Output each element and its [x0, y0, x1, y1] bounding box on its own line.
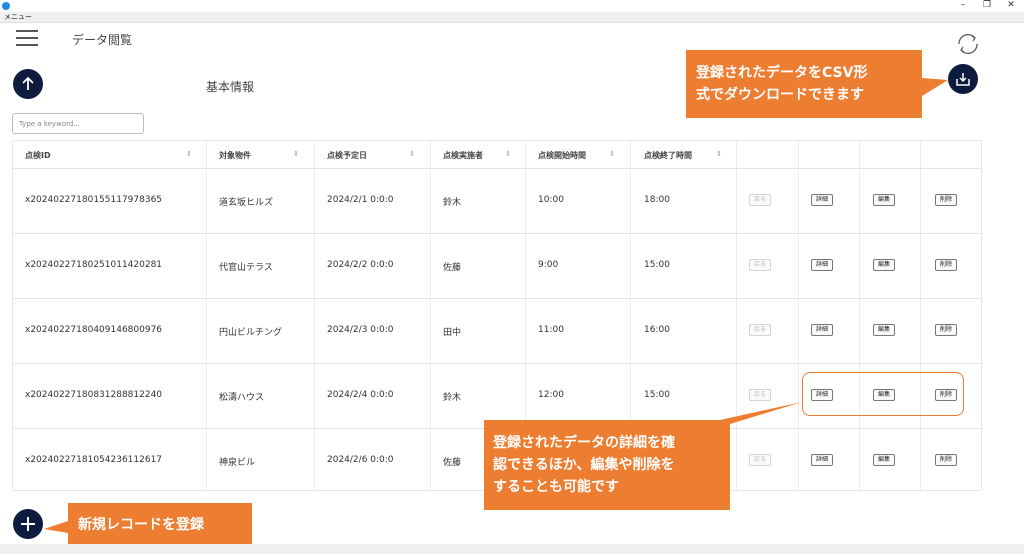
cell-inspector: 田中 — [443, 328, 462, 338]
cell-scheduled-date: 2024/2/1 0:0:0 — [327, 195, 394, 205]
plus-icon — [21, 517, 35, 531]
column-header-inspector[interactable]: 点検実施者 — [443, 150, 483, 161]
cell-scheduled-date: 2024/2/4 0:0:0 — [327, 390, 394, 400]
menu-item[interactable]: メニュー — [4, 12, 32, 22]
callout-new-record: 新規レコードを登録 — [44, 503, 252, 547]
cell-inspection-id: x20240227181054236112617 — [25, 455, 163, 465]
callout-line: 登録されたデータをCSV形 — [696, 65, 868, 81]
bottom-strip — [0, 544, 1024, 554]
cell-inspector: 佐藤 — [443, 263, 462, 273]
edit-button[interactable]: 編集 — [873, 324, 895, 336]
search-input[interactable] — [12, 113, 144, 134]
cell-start-time: 9:00 — [538, 260, 559, 270]
sort-icon[interactable]: ⇕ — [186, 150, 192, 158]
cell-end-time: 15:00 — [644, 390, 670, 400]
menu-bar: メニュー — [0, 12, 1024, 23]
section-title: 基本情報 — [206, 80, 255, 94]
cell-inspector: 鈴木 — [443, 198, 462, 208]
highlight-box — [802, 372, 964, 416]
cell-property: 松濤ハウス — [219, 393, 265, 403]
detail-button[interactable]: 詳細 — [811, 259, 833, 271]
cell-scheduled-date: 2024/2/2 0:0:0 — [327, 260, 394, 270]
callout-line: することも可能です — [493, 479, 619, 495]
detail-button[interactable]: 詳細 — [811, 454, 833, 466]
column-header-inspection-id[interactable]: 点検ID — [25, 150, 51, 161]
refresh-icon[interactable] — [954, 32, 982, 56]
sort-icon[interactable]: ⇕ — [409, 150, 415, 158]
add-record-button[interactable] — [13, 509, 43, 539]
sort-icon[interactable]: ⇕ — [609, 150, 615, 158]
cell-start-time: 10:00 — [538, 195, 564, 205]
sort-icon[interactable]: ⇕ — [293, 150, 299, 158]
delete-button[interactable]: 削除 — [935, 324, 957, 336]
sort-icon[interactable]: ⇕ — [505, 150, 511, 158]
close-icon[interactable]: ✕ — [1000, 0, 1022, 11]
scroll-up-button[interactable] — [13, 69, 43, 99]
callout-detail: 登録されたデータの詳細を確 認できるほか、編集や削除を することも可能です — [484, 402, 806, 510]
detail-button[interactable]: 詳細 — [811, 194, 833, 206]
edit-button[interactable]: 編集 — [873, 259, 895, 271]
cell-inspection-id: x20240227180251011420281 — [25, 260, 163, 270]
cell-end-time: 18:00 — [644, 195, 670, 205]
cell-start-time: 11:00 — [538, 325, 564, 335]
arrow-up-icon — [22, 76, 34, 90]
callout-line: 新規レコードを登録 — [78, 517, 204, 533]
return-button: 戻る — [749, 324, 771, 336]
cell-property: 道玄坂ヒルズ — [219, 198, 274, 208]
cell-property: 円山ビルチング — [219, 328, 283, 338]
delete-button[interactable]: 削除 — [935, 194, 957, 206]
title-bar: – ❐ ✕ — [0, 0, 1024, 12]
edit-button[interactable]: 編集 — [873, 454, 895, 466]
edit-button[interactable]: 編集 — [873, 194, 895, 206]
callout-line: 式でダウンロードできます — [696, 87, 864, 103]
callout-csv: 登録されたデータをCSV形 式でダウンロードできます — [686, 50, 950, 118]
return-button: 戻る — [749, 194, 771, 206]
cell-inspector: 佐藤 — [443, 458, 462, 468]
cell-property: 代官山テラス — [219, 263, 273, 273]
cell-inspection-id: x20240227180831288812240 — [25, 390, 163, 400]
cell-start-time: 12:00 — [538, 390, 564, 400]
maximize-icon[interactable]: ❐ — [976, 0, 998, 11]
cell-end-time: 16:00 — [644, 325, 670, 335]
download-icon — [956, 73, 970, 86]
return-button: 戻る — [749, 259, 771, 271]
callout-line: 認できるほか、編集や削除を — [493, 457, 675, 473]
cell-inspection-id: x20240227180155117978365 — [25, 195, 163, 205]
column-header-scheduled-date[interactable]: 点検予定日 — [327, 150, 367, 161]
cell-scheduled-date: 2024/2/6 0:0:0 — [327, 455, 394, 465]
cell-inspector: 鈴木 — [443, 393, 462, 403]
delete-button[interactable]: 削除 — [935, 454, 957, 466]
csv-download-button[interactable] — [948, 64, 978, 94]
column-header-start-time[interactable]: 点検開始時間 — [538, 150, 586, 161]
column-header-property[interactable]: 対象物件 — [219, 150, 251, 161]
cell-inspection-id: x20240227180409146800976 — [25, 325, 163, 335]
app-icon — [2, 2, 10, 10]
page-title: データ閲覧 — [72, 33, 133, 47]
hamburger-menu-icon[interactable] — [16, 30, 38, 46]
detail-button[interactable]: 詳細 — [811, 324, 833, 336]
cell-scheduled-date: 2024/2/3 0:0:0 — [327, 325, 394, 335]
delete-button[interactable]: 削除 — [935, 259, 957, 271]
callout-line: 登録されたデータの詳細を確 — [493, 435, 675, 451]
cell-property: 神泉ビル — [219, 458, 256, 468]
column-header-end-time[interactable]: 点検終了時間 — [644, 150, 692, 161]
cell-end-time: 15:00 — [644, 260, 670, 270]
minimize-icon[interactable]: – — [952, 0, 974, 11]
return-button: 戻る — [749, 389, 771, 401]
sort-icon[interactable]: ⇕ — [716, 150, 722, 158]
